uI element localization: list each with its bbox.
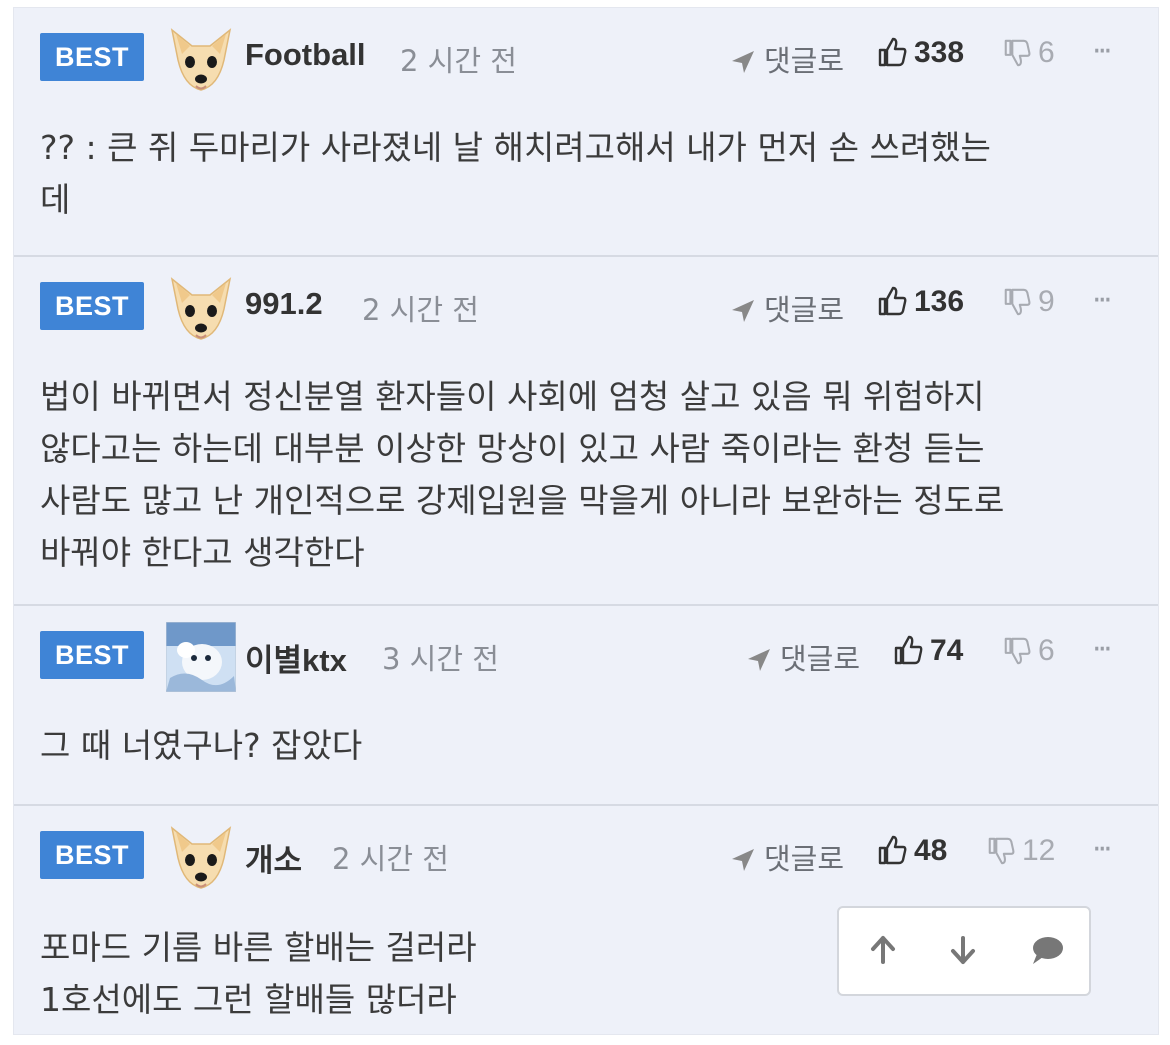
thumbs-up-icon [894,635,923,665]
comment-header: BEST 이별ktx 3 시간 전 댓글로 74 6 ··· [14,606,1158,706]
thumbs-down-icon [1004,637,1031,665]
downvote-button[interactable]: 6 [1002,36,1055,70]
upvote-count: 74 [930,634,964,667]
best-badge: BEST [40,282,144,330]
downvote-button[interactable]: 12 [986,834,1055,868]
comment-header: BEST Football 2 시간 전 댓글로 338 6 ··· [14,8,1158,108]
reply-label: 댓글로 [780,642,861,676]
comment-text: 법이 바뀌면서 정신분열 환자들이 사회에 엄청 살고 있음 뭐 위험하지 않다… [40,377,1005,572]
dog-face-avatar[interactable] [166,822,236,892]
downvote-count: 6 [1038,634,1055,667]
thumbs-up-icon [878,835,907,865]
send-arrow-icon [732,300,754,322]
nickname[interactable]: 991.2 [245,286,323,322]
best-badge: BEST [40,33,144,81]
send-arrow-icon [732,849,754,871]
floating-action-box [837,906,1091,996]
comment-item: BEST 이별ktx 3 시간 전 댓글로 74 6 ··· 그 때 너였구나?… [14,606,1158,806]
upvote-button[interactable]: 338 [876,36,964,70]
downvote-count: 9 [1038,285,1055,318]
upvote-count: 338 [914,36,965,69]
thumbs-down-icon [1004,39,1031,67]
more-options-icon[interactable]: ··· [1092,632,1113,667]
downvote-button[interactable]: 9 [1002,285,1055,319]
comment-item: BEST Football 2 시간 전 댓글로 338 6 ··· ?? : … [14,8,1158,257]
thumbs-down-icon [988,837,1015,865]
photo-avatar[interactable] [166,622,236,692]
more-options-icon[interactable]: ··· [1092,283,1113,318]
thumbs-up-icon [878,286,907,316]
more-options-icon[interactable]: ··· [1092,832,1113,867]
upvote-button[interactable]: 74 [892,634,963,668]
nickname[interactable]: Football [245,37,366,73]
upvote-button[interactable]: 48 [876,834,947,868]
thumbs-up-icon [878,37,907,67]
dog-face-avatar[interactable] [166,273,236,343]
comment-header: BEST 개소 2 시간 전 댓글로 48 12 ··· [14,806,1158,906]
timestamp: 2 시간 전 [332,842,449,876]
upvote-count: 136 [914,285,965,318]
reply-button[interactable]: 댓글로 [730,38,844,80]
reply-button[interactable]: 댓글로 [730,836,844,878]
upvote-button[interactable]: 136 [876,285,964,319]
nickname[interactable]: 개소 [245,835,302,880]
best-badge: BEST [40,831,144,879]
timestamp: 2 시간 전 [362,293,479,327]
timestamp: 2 시간 전 [400,44,517,78]
reply-label: 댓글로 [764,44,845,78]
reply-label: 댓글로 [764,293,845,327]
arrow-down-icon[interactable] [947,934,979,966]
send-arrow-icon [748,649,770,671]
downvote-count: 12 [1022,834,1056,867]
timestamp: 3 시간 전 [382,642,499,676]
reply-button[interactable]: 댓글로 [746,636,860,678]
comment-bubble-icon[interactable] [1029,934,1065,966]
thumbs-down-icon [1004,288,1031,316]
upvote-count: 48 [914,834,948,867]
comment-text: ?? : 큰 쥐 두마리가 사라졌네 날 해치려고해서 내가 먼저 손 쓰려했는… [40,128,991,219]
comment-header: BEST 991.2 2 시간 전 댓글로 136 9 ··· [14,257,1158,357]
downvote-count: 6 [1038,36,1055,69]
downvote-button[interactable]: 6 [1002,634,1055,668]
dog-face-avatar[interactable] [166,24,236,94]
nickname[interactable]: 이별ktx [245,635,347,680]
arrow-up-icon[interactable] [867,934,899,966]
more-options-icon[interactable]: ··· [1092,34,1113,69]
send-arrow-icon [732,51,754,73]
reply-label: 댓글로 [764,842,845,876]
comment-list: BEST Football 2 시간 전 댓글로 338 6 ··· ?? : … [14,8,1158,1034]
reply-button[interactable]: 댓글로 [730,287,844,329]
comment-text: 그 때 너였구나? 잡았다 [40,726,363,765]
comment-item: BEST 991.2 2 시간 전 댓글로 136 9 ··· 법이 바뀌면서 … [14,257,1158,606]
best-badge: BEST [40,631,144,679]
